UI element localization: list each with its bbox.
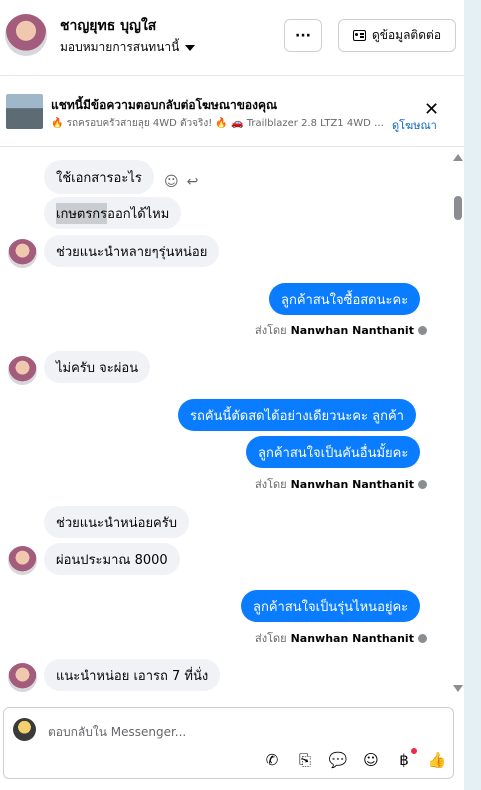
message-text: ออกได้ไหม bbox=[107, 206, 170, 222]
contact-name[interactable]: ชาญยุทธ บุญใส bbox=[60, 15, 156, 37]
seen-status-icon bbox=[417, 633, 427, 643]
reply-icon[interactable]: ↩ bbox=[187, 174, 199, 190]
message-outgoing[interactable]: ลูกค้าสนใจเป็นรุ่นไหนอยู่คะ bbox=[241, 590, 421, 622]
contact-card-icon bbox=[352, 30, 366, 41]
sent-by-prefix: ส่งโดย bbox=[255, 478, 287, 491]
seen-status-icon bbox=[417, 479, 427, 489]
sender-avatar bbox=[8, 239, 37, 268]
contact-avatar[interactable] bbox=[5, 14, 47, 56]
conversation-panel: ชาญยุทธ บุญใส มอบหมายการสนทนานี้ ··· ดูข… bbox=[0, 0, 481, 790]
thumbs-up-icon[interactable]: 👍 bbox=[427, 750, 447, 770]
composer-toolbar: ✆ ⎘ 💬 ☺ ฿ 👍 bbox=[262, 748, 447, 770]
message-outgoing[interactable]: ลูกค้าสนใจซื้อสดนะคะ bbox=[269, 283, 421, 315]
message-outgoing[interactable]: ลูกค้าสนใจเป็นคันอื่นมั้ยคะ bbox=[246, 436, 421, 468]
emoji-icon[interactable]: ☺ bbox=[361, 750, 381, 770]
message-incoming[interactable]: แนะนำหน่อย เอารถ 7 ที่นั่ง bbox=[44, 659, 221, 691]
message-actions: ☺ ↩ bbox=[164, 174, 198, 190]
message-incoming[interactable]: ใช้เอกสารอะไร bbox=[44, 160, 154, 194]
more-options-button[interactable]: ··· bbox=[284, 19, 322, 52]
sent-by-name: Nanwhan Nanthanit bbox=[290, 477, 414, 491]
ad-thumbnail[interactable] bbox=[6, 94, 43, 129]
phone-plus-icon[interactable]: ✆ bbox=[262, 750, 282, 770]
ad-banner-title: แชทนี้มีข้อความตอบกลับต่อโฆษณาของคุณ bbox=[51, 98, 278, 112]
message-incoming[interactable]: ผ่อนประมาณ 8000 bbox=[44, 543, 180, 575]
message-incoming[interactable]: ไม่ครับ จะผ่อน bbox=[44, 351, 151, 383]
sent-by-label: ส่งโดย Nanwhan Nanthanit bbox=[255, 321, 427, 339]
assign-label: มอบหมายการสนทนานี้ bbox=[60, 40, 180, 54]
paperclip-icon[interactable]: ⎘ bbox=[295, 750, 315, 770]
scrollbar-thumb[interactable] bbox=[454, 196, 462, 220]
sender-avatar bbox=[8, 356, 37, 385]
seen-status-icon bbox=[417, 325, 427, 335]
message-incoming[interactable]: ช่วยแนะนำหน่อยครับ bbox=[44, 506, 189, 538]
message-bubble-icon[interactable]: 💬 bbox=[328, 750, 348, 770]
scroll-down-arrow-icon[interactable] bbox=[453, 685, 463, 692]
close-icon[interactable]: ✕ bbox=[424, 101, 439, 119]
sent-by-label: ส่งโดย Nanwhan Nanthanit bbox=[255, 629, 427, 647]
view-contact-label: ดูข้อมูลติดต่อ bbox=[371, 28, 442, 42]
notification-dot bbox=[411, 748, 417, 754]
assign-conversation-dropdown[interactable]: มอบหมายการสนทนานี้ bbox=[60, 38, 196, 57]
message-composer[interactable]: ตอบกลับใน Messenger... ✆ ⎘ 💬 ☺ ฿ 👍 bbox=[3, 707, 454, 779]
page-avatar bbox=[13, 718, 36, 741]
message-incoming[interactable]: เกษตรกร ออกได้ไหม bbox=[44, 197, 182, 229]
sent-by-prefix: ส่งโดย bbox=[255, 632, 287, 645]
highlighted-text: เกษตรกร bbox=[56, 202, 108, 224]
sender-avatar bbox=[8, 546, 37, 575]
sent-by-name: Nanwhan Nanthanit bbox=[290, 631, 414, 645]
sent-by-prefix: ส่งโดย bbox=[255, 324, 287, 337]
message-incoming[interactable]: ช่วยแนะนำหลายๆรุ่นหน่อย bbox=[44, 235, 220, 267]
side-strip bbox=[464, 0, 481, 790]
ad-banner-subtitle: 🔥 รถครอบครัวสายลุย 4WD ตัวจริง! 🔥 🚗 Trai… bbox=[51, 118, 386, 129]
scroll-up-arrow-icon[interactable] bbox=[453, 154, 463, 161]
sent-by-name: Nanwhan Nanthanit bbox=[290, 323, 414, 337]
message-outgoing[interactable]: รถคันนี้ตัดสดได้อย่างเดียวนะคะ ลูกค้า bbox=[178, 399, 416, 431]
caret-down-icon bbox=[185, 44, 196, 51]
sender-avatar bbox=[8, 663, 37, 692]
view-contact-button[interactable]: ดูข้อมูลติดต่อ bbox=[338, 19, 456, 52]
reply-input[interactable]: ตอบกลับใน Messenger... bbox=[48, 723, 186, 742]
smile-icon[interactable]: ☺ bbox=[164, 174, 179, 190]
baht-icon[interactable]: ฿ bbox=[394, 748, 417, 770]
sent-by-label: ส่งโดย Nanwhan Nanthanit bbox=[255, 475, 427, 493]
